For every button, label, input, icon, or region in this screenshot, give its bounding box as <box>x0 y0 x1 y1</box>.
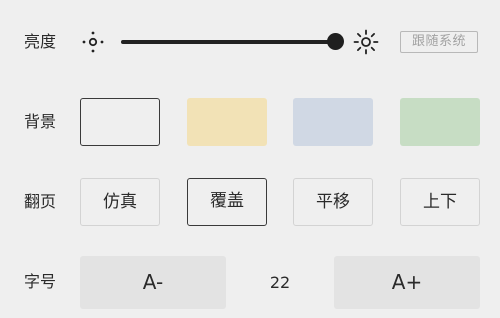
page-turn-option-vertical[interactable]: 上下 <box>400 178 480 226</box>
brightness-slider-fill <box>121 40 335 44</box>
brightness-label: 亮度 <box>24 32 57 51</box>
page-turn-option-cover[interactable]: 覆盖 <box>187 178 267 226</box>
page-turn-label: 翻页 <box>24 192 57 211</box>
brightness-slider[interactable] <box>121 40 335 44</box>
sun-large-icon[interactable] <box>353 29 379 55</box>
background-label: 背景 <box>24 112 57 131</box>
background-swatch-white[interactable] <box>80 98 160 146</box>
page-turn-option-simulation[interactable]: 仿真 <box>80 178 160 226</box>
follow-system-button[interactable]: 跟随系统 <box>400 31 478 53</box>
font-size-decrease-button[interactable]: A- <box>80 256 226 309</box>
background-swatch-blue[interactable] <box>293 98 373 146</box>
background-swatch-green[interactable] <box>400 98 480 146</box>
sun-small-icon[interactable] <box>81 30 105 54</box>
page-turn-option-slide[interactable]: 平移 <box>293 178 373 226</box>
font-size-value: 22 <box>269 273 291 292</box>
font-size-increase-button[interactable]: A+ <box>334 256 480 309</box>
background-swatch-yellow[interactable] <box>187 98 267 146</box>
brightness-slider-thumb[interactable] <box>327 33 344 50</box>
font-size-label: 字号 <box>24 272 57 291</box>
